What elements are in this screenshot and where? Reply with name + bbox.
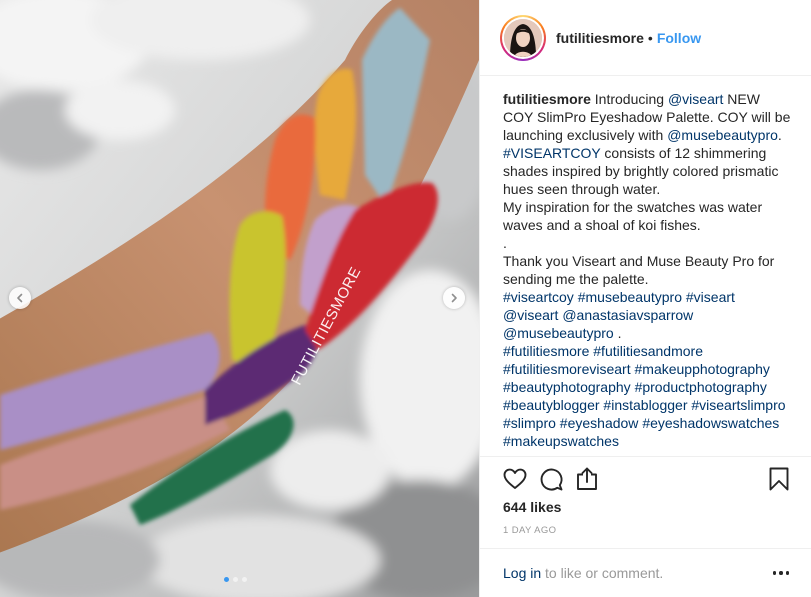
mention-link[interactable]: @viseart	[503, 307, 558, 323]
hashtag-link[interactable]: #slimpro	[503, 415, 556, 431]
caption-paragraph: Thank you Viseart and Muse Beauty Pro fo…	[503, 253, 775, 287]
hashtag-link[interactable]: #futilitiesmore	[503, 343, 589, 359]
swatch-photo	[0, 0, 479, 597]
post-header: futilitiesmore • Follow	[480, 0, 811, 76]
like-count[interactable]: 644 likes	[503, 499, 561, 515]
follow-button[interactable]: Follow	[657, 30, 701, 46]
post-image[interactable]: FUTILITIESMORE	[0, 0, 479, 597]
login-prompt: Log in to like or comment.	[503, 565, 663, 581]
hashtag-link[interactable]: #instablogger	[603, 397, 687, 413]
hashtag-link[interactable]: #productphotography	[635, 379, 767, 395]
hashtag-link[interactable]: #futilitiesmoreviseart	[503, 361, 631, 377]
mention-link[interactable]: @anastasiavsparrow	[562, 307, 693, 323]
login-link[interactable]: Log in	[503, 565, 541, 581]
caption-paragraph: .	[503, 235, 507, 251]
profile-photo	[504, 18, 542, 57]
carousel-dot	[242, 577, 247, 582]
instagram-post: FUTILITIESMORE futilitiesmore • Follow f…	[0, 0, 811, 597]
hashtag-link[interactable]: #viseartslimpro	[691, 397, 785, 413]
hashtag-link[interactable]: #VISEARTCOY	[503, 145, 601, 161]
chevron-right-icon	[451, 293, 457, 303]
caption-paragraph: #futilitiesmore #futilitiesandmore #futi…	[503, 342, 793, 450]
login-prompt-text: to like or comment.	[541, 565, 664, 581]
hashtag-link[interactable]: #eyeshadowswatches	[642, 415, 779, 431]
post-timestamp[interactable]: 1 DAY AGO	[503, 525, 556, 536]
share-icon	[577, 467, 597, 490]
save-button[interactable]	[766, 466, 792, 492]
heart-icon	[503, 468, 527, 489]
post-details-panel: futilitiesmore • Follow futilitiesmore I…	[479, 0, 811, 597]
like-button[interactable]	[502, 466, 528, 492]
carousel-dots	[224, 577, 247, 582]
comment-bar: Log in to like or comment.	[480, 548, 811, 597]
hashtag-link[interactable]: #beautyblogger	[503, 397, 600, 413]
hashtag-link[interactable]: #beautyphotography	[503, 379, 631, 395]
more-options-button[interactable]	[769, 561, 793, 585]
carousel-dot	[224, 577, 229, 582]
caption-paragraph: futilitiesmore Introducing @viseart NEW …	[503, 91, 791, 197]
share-button[interactable]	[574, 466, 600, 492]
more-icon	[772, 571, 777, 575]
avatar[interactable]	[504, 18, 542, 57]
hashtag-link[interactable]: #makeupswatches	[503, 433, 619, 449]
mention-link[interactable]: @musebeautypro	[667, 127, 778, 143]
avatar-story-ring[interactable]	[500, 14, 546, 61]
action-bar	[480, 456, 811, 498]
chevron-left-icon	[17, 293, 23, 303]
hashtag-link[interactable]: #futilitiesandmore	[593, 343, 703, 359]
bookmark-icon	[769, 467, 789, 491]
username-link[interactable]: futilitiesmore	[556, 30, 644, 46]
hashtag-link[interactable]: #eyeshadow	[560, 415, 639, 431]
caption-paragraph: My inspiration for the swatches was wate…	[503, 199, 763, 233]
previous-image-button[interactable]	[9, 287, 31, 309]
comment-button[interactable]	[538, 466, 564, 492]
comment-icon	[540, 468, 563, 491]
mention-link[interactable]: @musebeautypro	[503, 325, 614, 341]
hashtag-link[interactable]: #musebeautypro	[578, 289, 682, 305]
separator-dot: •	[647, 29, 653, 46]
post-caption: futilitiesmore Introducing @viseart NEW …	[503, 90, 793, 454]
carousel-dot	[233, 577, 238, 582]
next-image-button[interactable]	[443, 287, 465, 309]
hashtag-link[interactable]: #viseartcoy	[503, 289, 574, 305]
hashtag-link[interactable]: #makeupphotography	[635, 361, 770, 377]
caption-paragraph: #viseartcoy #musebeautypro #viseart @vis…	[503, 289, 735, 341]
hashtag-link[interactable]: #viseart	[686, 289, 735, 305]
mention-link[interactable]: @viseart	[668, 91, 723, 107]
caption-username-link[interactable]: futilitiesmore	[503, 91, 595, 107]
